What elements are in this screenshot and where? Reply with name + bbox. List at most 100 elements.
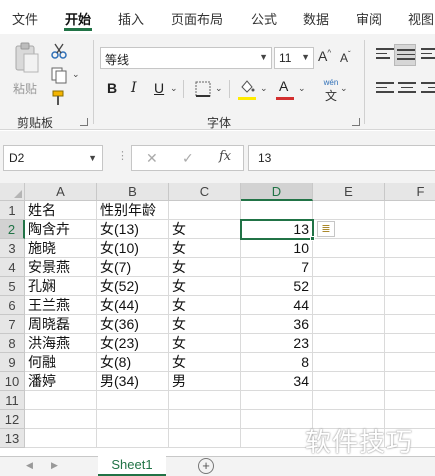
cell-f10[interactable] [385, 372, 435, 391]
cell-d13[interactable] [241, 429, 313, 448]
shrink-font-button[interactable]: Aˇ [340, 50, 351, 65]
cell-a4[interactable]: 安景燕 [25, 258, 97, 277]
tab-insert[interactable]: 插入 [118, 9, 144, 28]
cell-e5[interactable] [313, 277, 385, 296]
align-bottom-icon[interactable] [421, 48, 435, 64]
cell-f11[interactable] [385, 391, 435, 410]
row-header[interactable]: 9 [0, 353, 25, 372]
row-header[interactable]: 6 [0, 296, 25, 315]
font-size-select[interactable]: 11 ▼ [274, 47, 314, 69]
cell-f7[interactable] [385, 315, 435, 334]
sheet-prev-icon[interactable]: ◀ [26, 460, 33, 471]
cell-b8[interactable]: 女(23) [97, 334, 169, 353]
row-header[interactable]: 4 [0, 258, 25, 277]
cell-b1[interactable]: 性别年龄 [97, 201, 169, 220]
add-sheet-button[interactable]: + [198, 458, 214, 474]
cell-f1[interactable] [385, 201, 435, 220]
borders-icon[interactable] [194, 80, 212, 98]
font-launcher-icon[interactable] [352, 118, 360, 126]
cell-d11[interactable] [241, 391, 313, 410]
copy-icon[interactable] [50, 66, 68, 84]
cancel-icon[interactable]: ✕ [146, 150, 158, 167]
copy-dropdown-chevron-icon[interactable]: ⌄ [72, 69, 80, 80]
cell-b5[interactable]: 女(52) [97, 277, 169, 296]
cell-a2[interactable]: 陶含卉 [25, 220, 97, 239]
align-middle-button[interactable] [394, 44, 416, 66]
phonetic-guide-button[interactable]: wén 文 [322, 78, 340, 104]
cell-e9[interactable] [313, 353, 385, 372]
fill-color-dropdown-chevron-icon[interactable]: ⌄ [260, 83, 268, 94]
quick-analysis-icon[interactable]: ≣ [317, 221, 335, 237]
tab-file[interactable]: 文件 [12, 9, 38, 28]
cell-c4[interactable]: 女 [169, 258, 241, 277]
cell-a6[interactable]: 王兰燕 [25, 296, 97, 315]
cell-c3[interactable]: 女 [169, 239, 241, 258]
cell-d4[interactable]: 7 [241, 258, 313, 277]
row-header[interactable]: 2 [0, 220, 25, 239]
fill-color-icon[interactable] [238, 78, 256, 96]
cell-a3[interactable]: 施晓 [25, 239, 97, 258]
tab-formulas[interactable]: 公式 [251, 9, 277, 28]
row-header[interactable]: 12 [0, 410, 25, 429]
cell-a9[interactable]: 何融 [25, 353, 97, 372]
cell-a11[interactable] [25, 391, 97, 410]
cell-c11[interactable] [169, 391, 241, 410]
align-center-icon[interactable] [398, 82, 416, 98]
cell-a13[interactable] [25, 429, 97, 448]
cell-b12[interactable] [97, 410, 169, 429]
cell-d8[interactable]: 23 [241, 334, 313, 353]
font-color-dropdown-chevron-icon[interactable]: ⌄ [298, 83, 306, 94]
cell-b2[interactable]: 女(13) [97, 220, 169, 239]
cell-e11[interactable] [313, 391, 385, 410]
cell-d1[interactable] [241, 201, 313, 220]
cell-d10[interactable]: 34 [241, 372, 313, 391]
cell-a5[interactable]: 孔娴 [25, 277, 97, 296]
align-left-icon[interactable] [376, 82, 394, 98]
row-header[interactable]: 8 [0, 334, 25, 353]
cell-e3[interactable] [313, 239, 385, 258]
sheet-next-icon[interactable]: ▶ [51, 460, 58, 471]
tab-home[interactable]: 开始 [65, 9, 91, 28]
cell-e6[interactable] [313, 296, 385, 315]
row-header[interactable]: 13 [0, 429, 25, 448]
cell-c6[interactable]: 女 [169, 296, 241, 315]
font-color-button[interactable]: A [279, 78, 288, 94]
grow-font-button[interactable]: A^ [318, 48, 331, 64]
cell-a10[interactable]: 潘婷 [25, 372, 97, 391]
select-all-corner[interactable] [0, 183, 25, 201]
column-header-f[interactable]: F [385, 183, 435, 201]
cell-f3[interactable] [385, 239, 435, 258]
column-header-c[interactable]: C [169, 183, 241, 201]
phonetic-dropdown-chevron-icon[interactable]: ⌄ [340, 83, 348, 94]
cell-e7[interactable] [313, 315, 385, 334]
cell-d9[interactable]: 8 [241, 353, 313, 372]
row-header[interactable]: 10 [0, 372, 25, 391]
cell-b4[interactable]: 女(7) [97, 258, 169, 277]
align-top-icon[interactable] [376, 48, 394, 64]
cell-a8[interactable]: 洪海燕 [25, 334, 97, 353]
font-name-select[interactable]: 等线 ▼ [100, 47, 272, 69]
cell-c8[interactable]: 女 [169, 334, 241, 353]
row-header[interactable]: 3 [0, 239, 25, 258]
tab-page-layout[interactable]: 页面布局 [171, 9, 223, 28]
cell-f4[interactable] [385, 258, 435, 277]
cell-d7[interactable]: 36 [241, 315, 313, 334]
align-right-icon[interactable] [421, 82, 435, 98]
cell-f5[interactable] [385, 277, 435, 296]
borders-dropdown-chevron-icon[interactable]: ⌄ [215, 83, 223, 94]
cell-c12[interactable] [169, 410, 241, 429]
underline-dropdown-chevron-icon[interactable]: ⌄ [170, 83, 178, 94]
cell-d3[interactable]: 10 [241, 239, 313, 258]
cell-b6[interactable]: 女(44) [97, 296, 169, 315]
row-header[interactable]: 1 [0, 201, 25, 220]
splitter-handle-icon[interactable]: ⋮ [117, 149, 128, 162]
cell-e1[interactable] [313, 201, 385, 220]
column-header-d[interactable]: D [241, 183, 313, 201]
column-header-a[interactable]: A [25, 183, 97, 201]
cell-b11[interactable] [97, 391, 169, 410]
cell-b3[interactable]: 女(10) [97, 239, 169, 258]
italic-button[interactable]: I [131, 80, 137, 96]
cell-d12[interactable] [241, 410, 313, 429]
tab-review[interactable]: 审阅 [356, 9, 382, 28]
cell-a7[interactable]: 周晓磊 [25, 315, 97, 334]
